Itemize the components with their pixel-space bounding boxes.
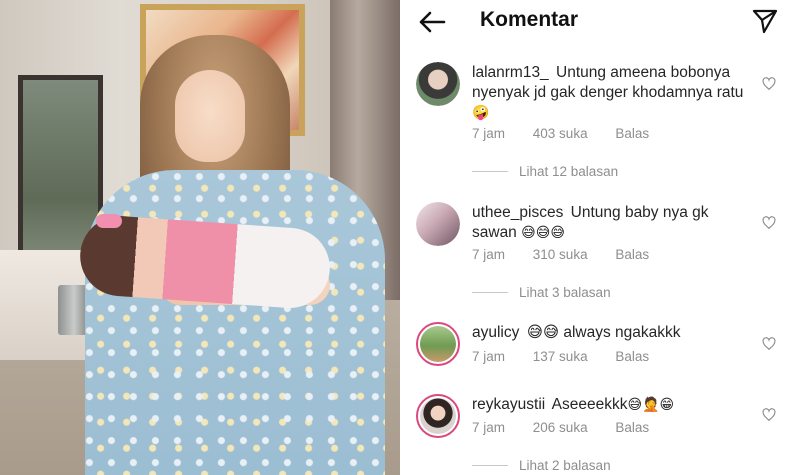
divider-line — [472, 171, 508, 172]
comment-emoji: 🤪 — [472, 105, 490, 121]
comment-text: reykayustii Aseeeekkk😅🤦😁 — [472, 395, 752, 415]
arrow-left-icon[interactable] — [416, 8, 448, 36]
paper-plane-icon[interactable] — [750, 6, 780, 36]
avatar[interactable] — [416, 322, 460, 366]
avatar[interactable] — [416, 202, 460, 246]
comment-time: 7 jam — [472, 420, 506, 435]
view-replies-label: Lihat 3 balasan — [519, 285, 611, 300]
comment-likes[interactable]: 137 suka — [533, 349, 588, 364]
heart-icon[interactable] — [762, 337, 776, 351]
heart-icon[interactable] — [762, 77, 776, 91]
comment-meta: 7 jam 403 suka Balas — [472, 126, 673, 141]
divider-line — [472, 465, 508, 466]
comment-emoji: 😅🤦😁 — [627, 397, 675, 413]
comment-time: 7 jam — [472, 126, 506, 141]
comment-body: 😅😅 always ngakakkk — [526, 324, 681, 341]
comment-username[interactable]: reykayustii — [472, 396, 545, 413]
comment-likes[interactable]: 206 suka — [533, 420, 588, 435]
page-title: Komentar — [480, 8, 579, 31]
comment-body: Aseeeekkk — [551, 396, 628, 413]
comment-likes[interactable]: 310 suka — [533, 247, 588, 262]
comment-text: lalanrm13_ Untung ameena bobonya nyenyak… — [472, 63, 752, 123]
comment-text: uthee_pisces Untung baby nya gk sawan 😅😅… — [472, 203, 752, 243]
divider-line — [472, 292, 508, 293]
reply-button[interactable]: Balas — [615, 420, 649, 435]
comment-meta: 7 jam 137 suka Balas — [472, 349, 673, 364]
comment-username[interactable]: lalanrm13_ — [472, 64, 549, 81]
baby-headband — [96, 214, 122, 228]
avatar[interactable] — [416, 394, 460, 438]
comment-username[interactable]: ayulicy — [472, 324, 519, 341]
reply-button[interactable]: Balas — [615, 247, 649, 262]
view-replies-label: Lihat 2 balasan — [519, 458, 611, 473]
view-replies-button[interactable]: Lihat 3 balasan — [472, 285, 611, 300]
comment-meta: 7 jam 206 suka Balas — [472, 420, 673, 435]
video-frame — [0, 0, 400, 475]
comments-header: Komentar — [400, 0, 800, 44]
woman-face — [175, 70, 245, 162]
comments-panel: Komentar lalanrm13_ Untung ameena bobony… — [400, 0, 800, 475]
comment-time: 7 jam — [472, 349, 506, 364]
avatar[interactable] — [416, 62, 460, 106]
view-replies-button[interactable]: Lihat 2 balasan — [472, 458, 611, 473]
view-replies-label: Lihat 12 balasan — [519, 164, 619, 179]
comment-meta: 7 jam 310 suka Balas — [472, 247, 673, 262]
comment-username[interactable]: uthee_pisces — [472, 204, 563, 221]
heart-icon[interactable] — [762, 216, 776, 230]
reply-button[interactable]: Balas — [615, 349, 649, 364]
comment-time: 7 jam — [472, 247, 506, 262]
reply-button[interactable]: Balas — [615, 126, 649, 141]
comment-emoji: 😅😅😅 — [521, 225, 565, 241]
comment-likes[interactable]: 403 suka — [533, 126, 588, 141]
heart-icon[interactable] — [762, 408, 776, 422]
comment-text: ayulicy 😅😅 always ngakakkk — [472, 323, 752, 343]
view-replies-button[interactable]: Lihat 12 balasan — [472, 164, 618, 179]
